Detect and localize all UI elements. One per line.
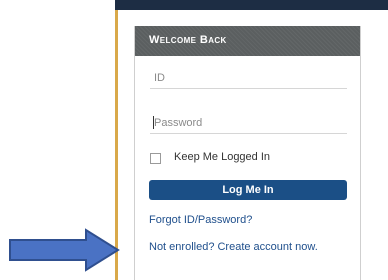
id-input[interactable] — [150, 67, 347, 89]
right-arrow-icon — [9, 228, 120, 272]
keep-logged-in-checkbox[interactable] — [150, 153, 161, 164]
card-title: Welcome Back — [149, 34, 227, 46]
card-header: Welcome Back — [135, 26, 360, 56]
create-account-link[interactable]: Not enrolled? Create account now. — [149, 241, 318, 253]
forgot-id-password-link[interactable]: Forgot ID/Password? — [149, 214, 252, 226]
page: Welcome Back Keep Me Logged In Log Me In… — [0, 0, 388, 280]
top-navigation-bar — [115, 0, 388, 10]
password-input[interactable] — [150, 112, 347, 134]
text-caret — [153, 116, 154, 129]
log-me-in-button[interactable]: Log Me In — [149, 180, 347, 200]
keep-logged-in-label[interactable]: Keep Me Logged In — [174, 151, 270, 163]
login-card: Welcome Back Keep Me Logged In Log Me In… — [134, 26, 361, 280]
